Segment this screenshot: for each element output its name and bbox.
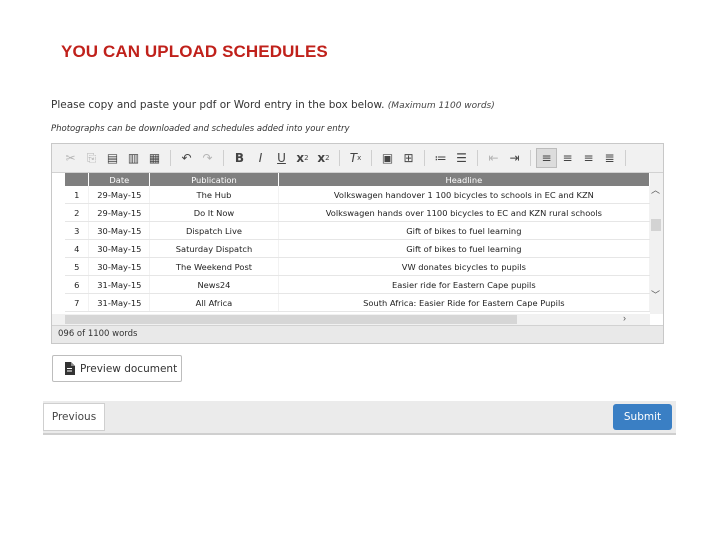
headline-cell: Gift of bikes to fuel learning: [278, 221, 650, 240]
date-cell: 29-May-15: [88, 203, 151, 222]
date-cell: 30-May-15: [88, 239, 151, 258]
bold-icon[interactable]: B: [229, 148, 250, 168]
preview-label: Preview document: [80, 362, 178, 375]
form-footer: Previous Submit: [43, 401, 676, 435]
date-cell: 31-May-15: [88, 293, 151, 312]
date-cell: 30-May-15: [88, 257, 151, 276]
headline-cell: Volkswagen hands over 1100 bicycles to E…: [278, 203, 650, 222]
table-row: 5 30-May-15 The Weekend Post VW donates …: [65, 257, 650, 276]
paste-text-icon[interactable]: ▥: [123, 148, 144, 168]
rich-text-editor[interactable]: ✂ ⎘ ▤ ▥ ▦ ↶ ↷ B I U x2 x2 Tx ▣ ⊞ ≔ ☰ ⇤ ⇥…: [51, 143, 664, 344]
table-row: 4 30-May-15 Saturday Dispatch Gift of bi…: [65, 239, 650, 258]
chevron-right-icon[interactable]: ›: [623, 313, 626, 323]
column-header-publication: Publication: [149, 173, 279, 186]
underline-icon[interactable]: U: [271, 148, 292, 168]
word-count: 096 of 1100 words: [52, 325, 663, 343]
toolbar-divider: [371, 150, 372, 166]
row-number: 4: [65, 239, 90, 258]
paste-word-icon[interactable]: ▦: [144, 148, 165, 168]
scroll-thumb[interactable]: [65, 315, 517, 324]
decrease-indent-icon[interactable]: ⇤: [483, 148, 504, 168]
previous-button[interactable]: Previous: [43, 403, 105, 431]
slide-title: YOU CAN UPLOAD SCHEDULES: [61, 42, 328, 61]
word-limit-note: (Maximum 1100 words): [387, 101, 495, 111]
editor-toolbar: ✂ ⎘ ▤ ▥ ▦ ↶ ↷ B I U x2 x2 Tx ▣ ⊞ ≔ ☰ ⇤ ⇥…: [52, 144, 663, 173]
chevron-up-icon[interactable]: ︿: [651, 183, 660, 196]
align-right-icon[interactable]: ≡: [578, 148, 599, 168]
row-number: 5: [65, 257, 90, 276]
toolbar-divider: [625, 150, 626, 166]
cut-icon[interactable]: ✂: [60, 148, 81, 168]
date-cell: 31-May-15: [88, 275, 151, 294]
align-center-icon[interactable]: ≡: [557, 148, 578, 168]
publication-cell: Saturday Dispatch: [149, 239, 279, 258]
row-number: 3: [65, 221, 90, 240]
publication-cell: The Hub: [149, 186, 279, 204]
undo-icon[interactable]: ↶: [176, 148, 197, 168]
vertical-scrollbar[interactable]: ︿ ﹀: [650, 173, 663, 314]
submit-button[interactable]: Submit: [613, 404, 672, 430]
publication-cell: All Africa: [149, 293, 279, 312]
instruction-line: Please copy and paste your pdf or Word e…: [51, 99, 385, 111]
scroll-thumb[interactable]: [651, 219, 661, 231]
publication-cell: Dispatch Live: [149, 221, 279, 240]
bulleted-list-icon[interactable]: ☰: [451, 148, 472, 168]
chevron-down-icon[interactable]: ﹀: [651, 288, 660, 301]
table-row: 1 29-May-15 The Hub Volkswagen handover …: [65, 186, 650, 204]
row-number: 7: [65, 293, 90, 312]
headline-cell: Gift of bikes to fuel learning: [278, 239, 650, 258]
headline-cell: Volkswagen handover 1 100 bicycles to sc…: [278, 186, 650, 204]
paste-icon[interactable]: ▤: [102, 148, 123, 168]
column-header-date: Date: [88, 173, 151, 186]
headline-cell: South Africa: Easier Ride for Eastern Ca…: [278, 293, 650, 312]
redo-icon[interactable]: ↷: [197, 148, 218, 168]
italic-icon[interactable]: I: [250, 148, 271, 168]
table-row: 3 30-May-15 Dispatch Live Gift of bikes …: [65, 221, 650, 240]
justify-icon[interactable]: ≣: [599, 148, 620, 168]
superscript-icon[interactable]: x2: [313, 148, 334, 168]
toolbar-divider: [339, 150, 340, 166]
publication-cell: The Weekend Post: [149, 257, 279, 276]
table-header-row: Date Publication Headline: [65, 173, 650, 186]
toolbar-divider: [223, 150, 224, 166]
copy-icon[interactable]: ⎘: [81, 148, 102, 168]
headline-cell: VW donates bicycles to pupils: [278, 257, 650, 276]
align-left-icon[interactable]: ≡: [536, 148, 557, 168]
increase-indent-icon[interactable]: ⇥: [504, 148, 525, 168]
toolbar-divider: [530, 150, 531, 166]
date-cell: 30-May-15: [88, 221, 151, 240]
table-row: 6 31-May-15 News24 Easier ride for Easte…: [65, 275, 650, 294]
preview-document-button[interactable]: Preview document: [52, 355, 182, 382]
date-cell: 29-May-15: [88, 186, 151, 204]
publication-cell: News24: [149, 275, 279, 294]
numbered-list-icon[interactable]: ≔: [430, 148, 451, 168]
table-icon[interactable]: ⊞: [398, 148, 419, 168]
table-row: 7 31-May-15 All Africa South Africa: Eas…: [65, 293, 650, 312]
row-number: 1: [65, 186, 90, 204]
document-icon: [64, 362, 75, 375]
toolbar-divider: [424, 150, 425, 166]
photo-instruction-text: Photographs can be downloaded and schedu…: [51, 124, 350, 134]
horizontal-scrollbar[interactable]: ›: [52, 313, 650, 325]
image-icon[interactable]: ▣: [377, 148, 398, 168]
instruction-text: Please copy and paste your pdf or Word e…: [51, 99, 495, 111]
editor-content[interactable]: Date Publication Headline 1 29-May-15 Th…: [52, 173, 650, 314]
publication-cell: Do It Now: [149, 203, 279, 222]
toolbar-divider: [170, 150, 171, 166]
remove-format-icon[interactable]: Tx: [345, 148, 366, 168]
schedule-table: Date Publication Headline 1 29-May-15 Th…: [65, 173, 650, 312]
column-header: [65, 173, 90, 186]
row-number: 6: [65, 275, 90, 294]
row-number: 2: [65, 203, 90, 222]
subscript-icon[interactable]: x2: [292, 148, 313, 168]
toolbar-divider: [477, 150, 478, 166]
column-header-headline: Headline: [278, 173, 650, 186]
headline-cell: Easier ride for Eastern Cape pupils: [278, 275, 650, 294]
table-row: 2 29-May-15 Do It Now Volkswagen hands o…: [65, 203, 650, 222]
